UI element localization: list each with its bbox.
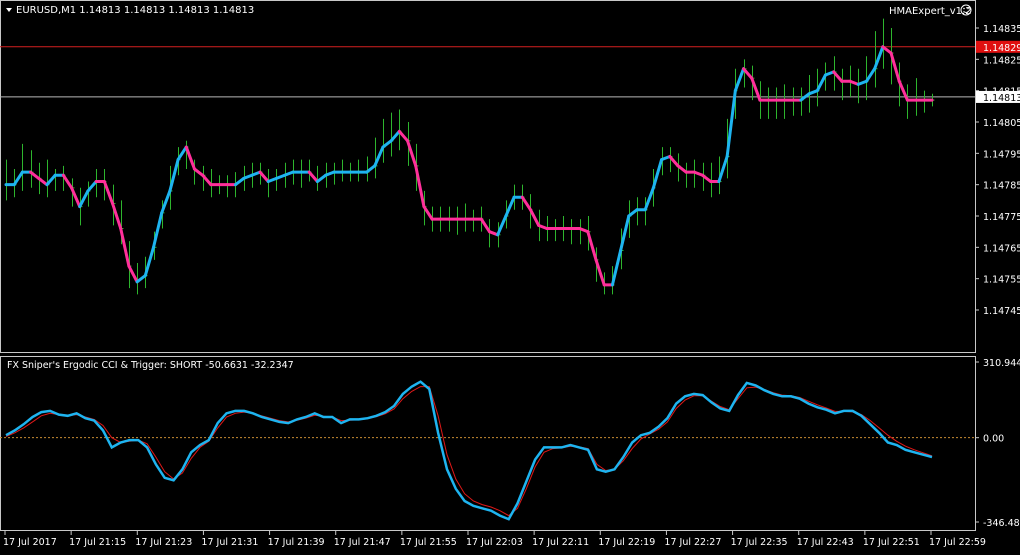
hma-segment — [381, 139, 393, 149]
hma-segment — [643, 186, 655, 212]
hma-segment — [176, 145, 188, 162]
chart-svg[interactable]: 1.148351.148251.148151.148051.147951.147… — [0, 0, 1020, 551]
hma-segment — [315, 173, 328, 184]
hma-segment — [258, 170, 270, 184]
hma-segment — [725, 89, 737, 158]
time-tick-label: 17 Jul 22:59 — [929, 537, 986, 548]
hma-segment — [12, 170, 24, 187]
hma-segment — [168, 158, 180, 193]
time-tick-label: 17 Jul 22:35 — [731, 537, 788, 548]
hma-segment — [651, 158, 664, 190]
header-labels: EURUSD,M1 1.14813 1.14813 1.14813 1.1481… — [6, 4, 972, 371]
time-tick-label: 17 Jul 22:43 — [797, 537, 854, 548]
price-panel-border — [0, 0, 976, 353]
time-tick-label: 17 Jul 21:15 — [69, 537, 126, 548]
expert-label: HMAExpert_v1.2 — [889, 6, 972, 17]
hma-segment — [610, 248, 623, 287]
hma-segment — [676, 164, 688, 174]
time-tick-label: 17 Jul 22:27 — [664, 537, 721, 548]
hma-segment — [586, 230, 598, 262]
hma-segment — [733, 67, 746, 93]
time-tick-label: 17 Jul 21:39 — [268, 537, 325, 548]
chart-stage: 1.148351.148251.148151.148051.147951.147… — [0, 0, 1020, 551]
indicator-header: FX Sniper's Ergodic CCI & Trigger: SHORT… — [7, 360, 294, 371]
price-tick-label: 1.14825 — [983, 55, 1020, 66]
trigger-line — [5, 386, 933, 517]
time-tick-label: 17 Jul 21:23 — [135, 537, 192, 548]
hma-segment — [135, 274, 147, 284]
hma-segment — [192, 167, 205, 177]
hma-segment — [717, 154, 729, 184]
price-tick-label: 1.14805 — [983, 118, 1020, 129]
price-tick-label: 1.14835 — [983, 24, 1020, 35]
hma-segment — [233, 176, 246, 187]
price-tick-label: 1.14765 — [983, 243, 1020, 254]
axes: 1.148351.148251.148151.148051.147951.147… — [3, 24, 1020, 548]
time-tick-label: 17 Jul 2017 — [3, 537, 57, 548]
hma-segment — [881, 45, 893, 55]
hma-segment — [397, 129, 410, 143]
hma-segment — [864, 67, 877, 83]
hma-segment — [143, 245, 156, 278]
price-panel[interactable] — [0, 0, 976, 353]
price-tick-label: 1.14755 — [983, 275, 1020, 286]
hma-segment — [45, 173, 57, 187]
hma-line — [4, 45, 934, 287]
hma-segment — [119, 227, 131, 268]
symbol-header: EURUSD,M1 1.14813 1.14813 1.14813 1.1481… — [16, 5, 254, 16]
dropdown-arrow-icon[interactable] — [6, 8, 12, 12]
hma-segment — [102, 180, 115, 205]
hma-segment — [37, 176, 49, 187]
indicator-panel[interactable] — [0, 356, 976, 531]
time-tick-label: 17 Jul 22:51 — [863, 537, 920, 548]
hma-segment — [528, 208, 541, 227]
hma-segment — [520, 195, 532, 212]
hma-segment — [889, 51, 901, 83]
price-tick-label: 1.14745 — [983, 306, 1020, 317]
bid-label: 1.14813 — [983, 93, 1020, 104]
time-tick-label: 17 Jul 22:11 — [532, 537, 589, 548]
hma-segment — [307, 170, 319, 184]
indicator-tick-label: -346.4871 — [983, 518, 1020, 529]
hma-segment — [422, 205, 434, 221]
hma-segment — [627, 208, 639, 218]
hma-segment — [127, 264, 139, 284]
time-tick-label: 17 Jul 21:47 — [334, 537, 391, 548]
red-level-label: 1.14829 — [983, 43, 1020, 54]
indicator-tick-label: 0.00 — [983, 434, 1004, 445]
hma-segment — [479, 217, 491, 234]
time-tick-label: 17 Jul 21:31 — [201, 537, 258, 548]
price-tick-label: 1.14785 — [983, 181, 1020, 192]
hma-segment — [504, 195, 516, 218]
hma-segment — [594, 258, 606, 287]
time-tick-label: 17 Jul 22:03 — [466, 537, 523, 548]
hma-segment — [184, 145, 196, 171]
time-tick-label: 17 Jul 22:19 — [598, 537, 655, 548]
price-tick-label: 1.14775 — [983, 212, 1020, 223]
hma-segment — [152, 211, 164, 249]
hma-segment — [61, 173, 74, 190]
hma-segment — [815, 73, 827, 93]
time-tick-label: 17 Jul 21:55 — [400, 537, 457, 548]
indicator-tick-label: 310.944 — [983, 358, 1020, 369]
hma-segment — [389, 129, 401, 143]
ohlc-bars — [6, 18, 935, 295]
price-tick-label: 1.14795 — [983, 149, 1020, 160]
hma-segment — [86, 180, 98, 193]
cci-line — [5, 380, 933, 521]
